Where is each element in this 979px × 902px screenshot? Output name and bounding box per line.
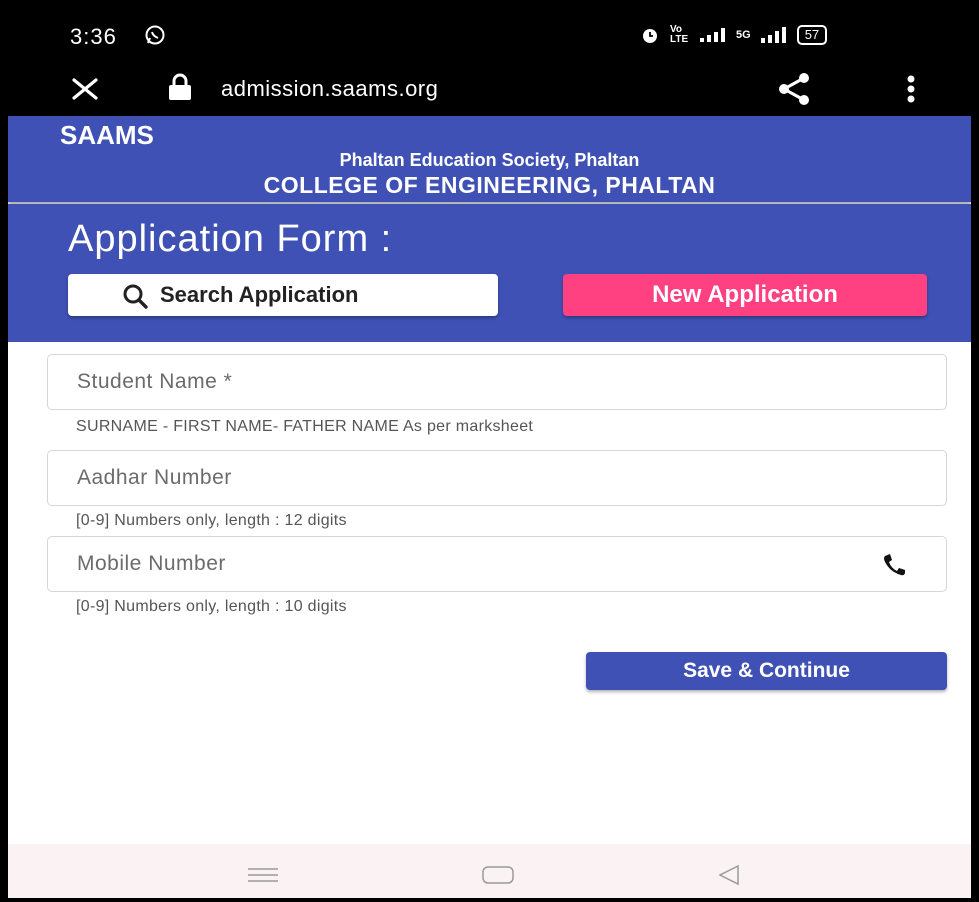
whatsapp-icon [145,25,165,45]
search-icon [123,284,148,309]
college-name: COLLEGE OF ENGINEERING, PHALTAN [263,172,716,198]
search-application-button[interactable]: Search Application [68,274,498,316]
society-name: Phaltan Education Society, Phaltan [339,150,640,170]
student-name-field[interactable] [47,354,947,410]
search-application-label: Search Application [160,282,359,307]
close-icon[interactable] [70,74,100,104]
phone-icon [884,554,905,576]
lock-icon [169,73,191,100]
aadhar-number-field[interactable] [47,450,947,506]
system-nav-bar [8,844,971,898]
url-text[interactable]: admission.saams.org [221,76,438,102]
back-icon[interactable] [718,864,740,886]
browser-toolbar: admission.saams.org [8,62,971,116]
signal-5g-icon [760,27,786,43]
aadhar-number-hint: [0-9] Numbers only, length : 12 digits [76,512,347,529]
status-time: 3:36 [70,24,117,49]
student-name-hint: SURNAME - FIRST NAME- FATHER NAME As per… [76,418,534,435]
save-continue-button[interactable]: Save & Continue [586,652,947,690]
battery-indicator: 57 [796,25,828,45]
page-title: Application Form : [68,218,393,260]
app-header: SAAMS Phaltan Education Society, Phaltan… [8,116,971,202]
home-icon[interactable] [482,866,514,884]
status-bar: 3:36 Vo LTE 5G 57 [8,6,971,62]
more-vert-icon[interactable] [906,74,916,104]
mobile-number-hint: [0-9] Numbers only, length : 10 digits [76,598,347,615]
network-label: Vo LTE [670,24,689,45]
recent-apps-icon[interactable] [248,868,278,882]
mobile-number-field[interactable] [47,536,947,592]
mobile-number-input[interactable] [48,537,946,591]
student-name-input[interactable] [48,355,946,409]
share-icon[interactable] [776,72,812,106]
status-icons: Vo LTE 5G 57 [640,24,828,45]
signal-icon [700,28,725,42]
signal-5g-label: 5G [736,29,751,41]
aadhar-number-input[interactable] [48,451,946,505]
form-hero: Application Form : Search Application Ne… [8,204,971,342]
phone-frame: 3:36 Vo LTE 5G 57 admission.saams.org SA… [0,0,979,902]
new-application-button[interactable]: New Application [563,274,927,316]
brand-logo-text: SAAMS [60,120,154,150]
alarm-icon [643,29,657,43]
